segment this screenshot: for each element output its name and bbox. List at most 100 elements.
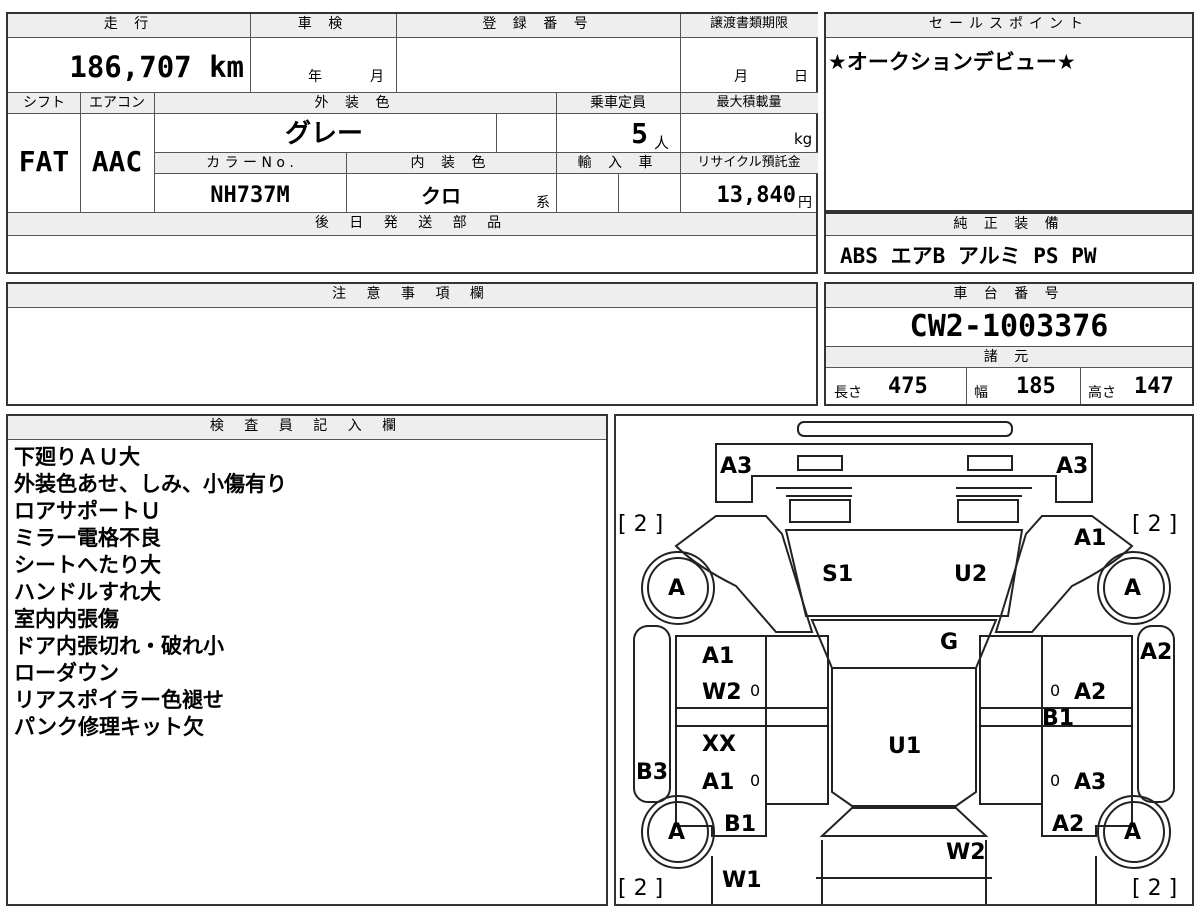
label-right-sill: B1 bbox=[1042, 706, 1075, 731]
label-right-rear-door-mark: 0 bbox=[1050, 771, 1061, 790]
inspection-header: 車 検 bbox=[250, 14, 396, 38]
label-right-pillar: A2 bbox=[1140, 640, 1173, 665]
label-left-front-door-1: A1 bbox=[702, 644, 735, 669]
genuine-equipment-box: 純 正 装 備 ABS エアB アルミ PS PW bbox=[824, 212, 1194, 274]
windshield-shape bbox=[810, 619, 998, 669]
label-right-fender: A1 bbox=[1074, 526, 1107, 551]
label-left-rear-quarter: W1 bbox=[722, 868, 762, 893]
inspector-line: ハンドルすれ大 bbox=[14, 580, 161, 604]
vehicle-info-table: 走 行 車 検 登 録 番 号 譲渡書類期限 186,707 km 年 月 月 … bbox=[6, 12, 818, 274]
label-hood-left: S1 bbox=[822, 562, 854, 587]
rear-window-shape bbox=[819, 807, 989, 837]
label-left-rear-door-1: XX bbox=[702, 732, 736, 757]
color-no-header: カ ラ ー N o . bbox=[154, 152, 346, 174]
label-right-quarter: A2 bbox=[1052, 812, 1085, 837]
damage-diagram-box: A3 A3 [ 2 ] [ 2 ] A1 S1 U2 A A G A2 A1 W… bbox=[614, 414, 1194, 906]
divider bbox=[154, 92, 155, 212]
label-rear-right-tire: A bbox=[1124, 820, 1142, 845]
notes-header: 注 意 事 項 欄 bbox=[8, 284, 816, 308]
grille-left-shape bbox=[789, 499, 851, 523]
specs-header: 諸 元 bbox=[826, 346, 1192, 368]
label-front-left-bumper: A3 bbox=[720, 454, 753, 479]
capacity-value: 5 bbox=[631, 117, 648, 150]
label-left-quarter: B1 bbox=[724, 812, 757, 837]
label-rear-left-tire: A bbox=[668, 820, 686, 845]
grille-right-shape bbox=[957, 499, 1019, 523]
genuine-equipment-items: ABS エアB アルミ PS PW bbox=[840, 244, 1097, 268]
transfer-deadline-header: 譲渡書類期限 bbox=[680, 14, 818, 38]
inspector-line: シートへたり大 bbox=[14, 553, 161, 577]
registration-header: 登 録 番 号 bbox=[396, 14, 680, 38]
label-left-front-door-2: W2 bbox=[702, 680, 742, 705]
height-label: 高さ bbox=[1088, 385, 1116, 401]
notes-box: 注 意 事 項 欄 bbox=[6, 282, 818, 406]
rear-body-shape bbox=[711, 840, 1097, 904]
inspector-line: ドア内張切れ・破れ小 bbox=[14, 634, 224, 658]
length-label: 長さ bbox=[834, 385, 862, 401]
interior-color-value: クロ bbox=[421, 184, 461, 208]
label-front-right-bumper: A3 bbox=[1056, 454, 1089, 479]
inspector-line: 室内内張傷 bbox=[14, 607, 119, 631]
front-bumper-shape bbox=[797, 421, 1013, 437]
interior-color-header: 内 装 色 bbox=[346, 152, 556, 174]
inspector-line: ミラー電格不良 bbox=[14, 526, 161, 550]
max-load-unit: kg bbox=[794, 130, 813, 148]
shift-value: FAT bbox=[18, 145, 70, 178]
sales-point-text: ★オークションデビュー★ bbox=[828, 50, 1076, 74]
shift-header: シフト bbox=[8, 92, 80, 114]
headlight-right-shape bbox=[967, 455, 1013, 471]
divider bbox=[250, 14, 251, 92]
interior-suffix: 系 bbox=[536, 195, 550, 211]
recycle-fee-value: 13,840 bbox=[716, 183, 796, 208]
label-left-tire-count: [ 2 ] bbox=[618, 512, 664, 537]
color-no-value: NH737M bbox=[210, 183, 290, 208]
deadline-day-unit: 日 bbox=[794, 69, 808, 85]
inspector-line: 下廻りＡＵ大 bbox=[14, 445, 140, 469]
inspector-line: ローダウン bbox=[14, 661, 119, 685]
height-value: 147 bbox=[1134, 374, 1174, 399]
recycle-fee-header: リサイクル預託金 bbox=[680, 152, 818, 174]
inspector-line: パンク修理キット欠 bbox=[14, 715, 205, 739]
label-bottom-right-tire-count: [ 2 ] bbox=[1132, 876, 1178, 901]
recycle-fee-unit: 円 bbox=[798, 195, 812, 211]
divider bbox=[80, 92, 81, 212]
mileage-value: 186,707 km bbox=[69, 50, 244, 84]
capacity-unit: 人 bbox=[654, 134, 670, 152]
chassis-header: 車 台 番 号 bbox=[826, 284, 1192, 308]
label-left-rear-door-2: A1 bbox=[702, 770, 735, 795]
later-parts-header: 後 日 発 送 部 品 bbox=[8, 212, 816, 236]
divider bbox=[680, 14, 681, 212]
headlight-left-shape bbox=[797, 455, 843, 471]
genuine-equipment-header: 純 正 装 備 bbox=[826, 214, 1192, 236]
deadline-month-unit: 月 bbox=[734, 69, 748, 85]
label-left-sill: B3 bbox=[636, 760, 669, 785]
length-value: 475 bbox=[888, 374, 928, 399]
inspector-line: リアスポイラー色褪せ bbox=[14, 688, 224, 712]
right-fender-shape bbox=[994, 515, 1134, 633]
chassis-number: CW2-1003376 bbox=[909, 309, 1109, 344]
inspector-box: 検 査 員 記 入 欄 下廻りＡＵ大 外装色あせ、しみ、小傷有り ロアサポートＵ… bbox=[6, 414, 608, 906]
sales-point-header: セールスポイント bbox=[826, 14, 1192, 38]
label-right-front-door: A2 bbox=[1074, 680, 1107, 705]
width-value: 185 bbox=[1016, 374, 1056, 399]
label-windshield: G bbox=[940, 630, 959, 655]
divider bbox=[1080, 368, 1081, 404]
left-fender-shape bbox=[674, 515, 814, 633]
left-doors-shape bbox=[675, 635, 829, 837]
front-body-shape bbox=[715, 443, 1093, 503]
divider bbox=[496, 114, 497, 152]
label-front-right-tire: A bbox=[1124, 576, 1142, 601]
inspector-line: ロアサポートＵ bbox=[14, 499, 161, 523]
sales-point-box: セールスポイント ★オークションデビュー★ bbox=[824, 12, 1194, 212]
label-front-left-tire: A bbox=[668, 576, 686, 601]
label-right-rear-door: A3 bbox=[1074, 770, 1107, 795]
inspection-month-unit: 月 bbox=[370, 69, 384, 85]
mileage-header: 走 行 bbox=[8, 14, 250, 38]
label-right-front-door-mark: 0 bbox=[1050, 681, 1061, 700]
divider bbox=[618, 174, 619, 212]
inspector-notes-list: 下廻りＡＵ大 外装色あせ、しみ、小傷有り ロアサポートＵ ミラー電格不良 シート… bbox=[14, 444, 287, 741]
divider bbox=[966, 368, 967, 404]
exterior-color-value: グレー bbox=[284, 119, 363, 149]
label-right-tire-count: [ 2 ] bbox=[1132, 512, 1178, 537]
import-header: 輸 入 車 bbox=[556, 152, 680, 174]
